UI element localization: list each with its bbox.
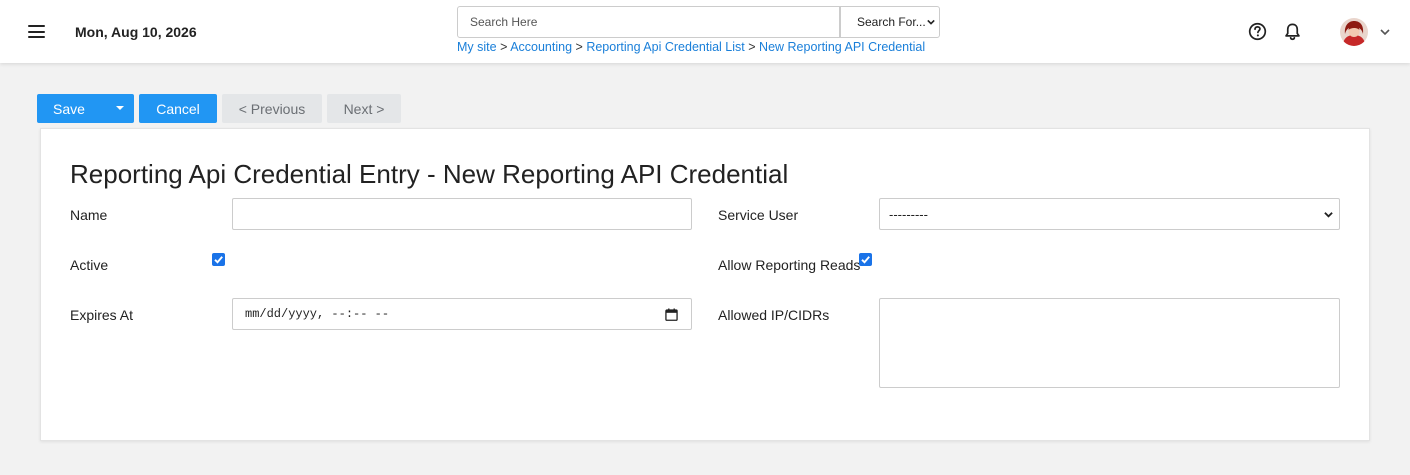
expires-at-label: Expires At [70,307,134,323]
chevron-down-icon [927,19,935,25]
allow-reporting-reads-label: Allow Reporting Reads [718,257,861,273]
calendar-icon[interactable] [665,308,678,321]
active-label: Active [70,257,109,273]
breadcrumb-credential-list[interactable]: Reporting Api Credential List [586,40,744,54]
form-card: Reporting Api Credential Entry - New Rep… [40,128,1370,441]
active-checkbox[interactable] [212,253,225,266]
previous-button[interactable]: < Previous [222,94,322,123]
name-input[interactable] [232,198,692,230]
expires-at-placeholder: mm/dd/yyyy, --:-- -- [245,307,390,321]
search-scope-value: Search For... [857,15,926,29]
current-date: Mon, Aug 10, 2026 [75,24,197,40]
top-bar: Mon, Aug 10, 2026 Search For... My site … [0,0,1410,63]
user-avatar[interactable] [1340,18,1368,46]
service-user-select[interactable]: --------- [879,198,1340,230]
chevron-down-icon [1324,212,1333,218]
breadcrumb-separator: > [748,40,756,54]
caret-down-icon [116,106,124,110]
allowed-ip-cidrs-textarea[interactable] [879,298,1340,388]
service-user-value: --------- [889,206,928,222]
bell-icon[interactable] [1283,22,1302,41]
save-button[interactable]: Save [37,94,101,123]
allow-reporting-reads-checkbox[interactable] [859,253,872,266]
expires-at-input[interactable]: mm/dd/yyyy, --:-- -- [232,298,692,330]
breadcrumb-accounting[interactable]: Accounting [510,40,572,54]
cancel-button[interactable]: Cancel [139,94,217,123]
service-user-label: Service User [718,207,799,223]
breadcrumb-separator: > [575,40,583,54]
save-options-toggle[interactable] [107,94,134,123]
hamburger-icon[interactable] [28,25,45,38]
breadcrumb-separator: > [500,40,508,54]
search-input[interactable] [457,6,840,38]
help-circle-icon[interactable] [1248,22,1267,41]
breadcrumb-my-site[interactable]: My site [457,40,497,54]
save-button-group: Save [37,94,134,123]
chevron-down-icon[interactable] [1379,26,1391,38]
name-label: Name [70,207,108,223]
search-scope-select[interactable]: Search For... [840,6,940,38]
breadcrumb-current[interactable]: New Reporting API Credential [759,40,925,54]
breadcrumb: My site > Accounting > Reporting Api Cre… [457,40,925,54]
page-title: Reporting Api Credential Entry - New Rep… [70,159,789,189]
allowed-ip-cidrs-label: Allowed IP/CIDRs [718,307,830,323]
next-button[interactable]: Next > [327,94,401,123]
